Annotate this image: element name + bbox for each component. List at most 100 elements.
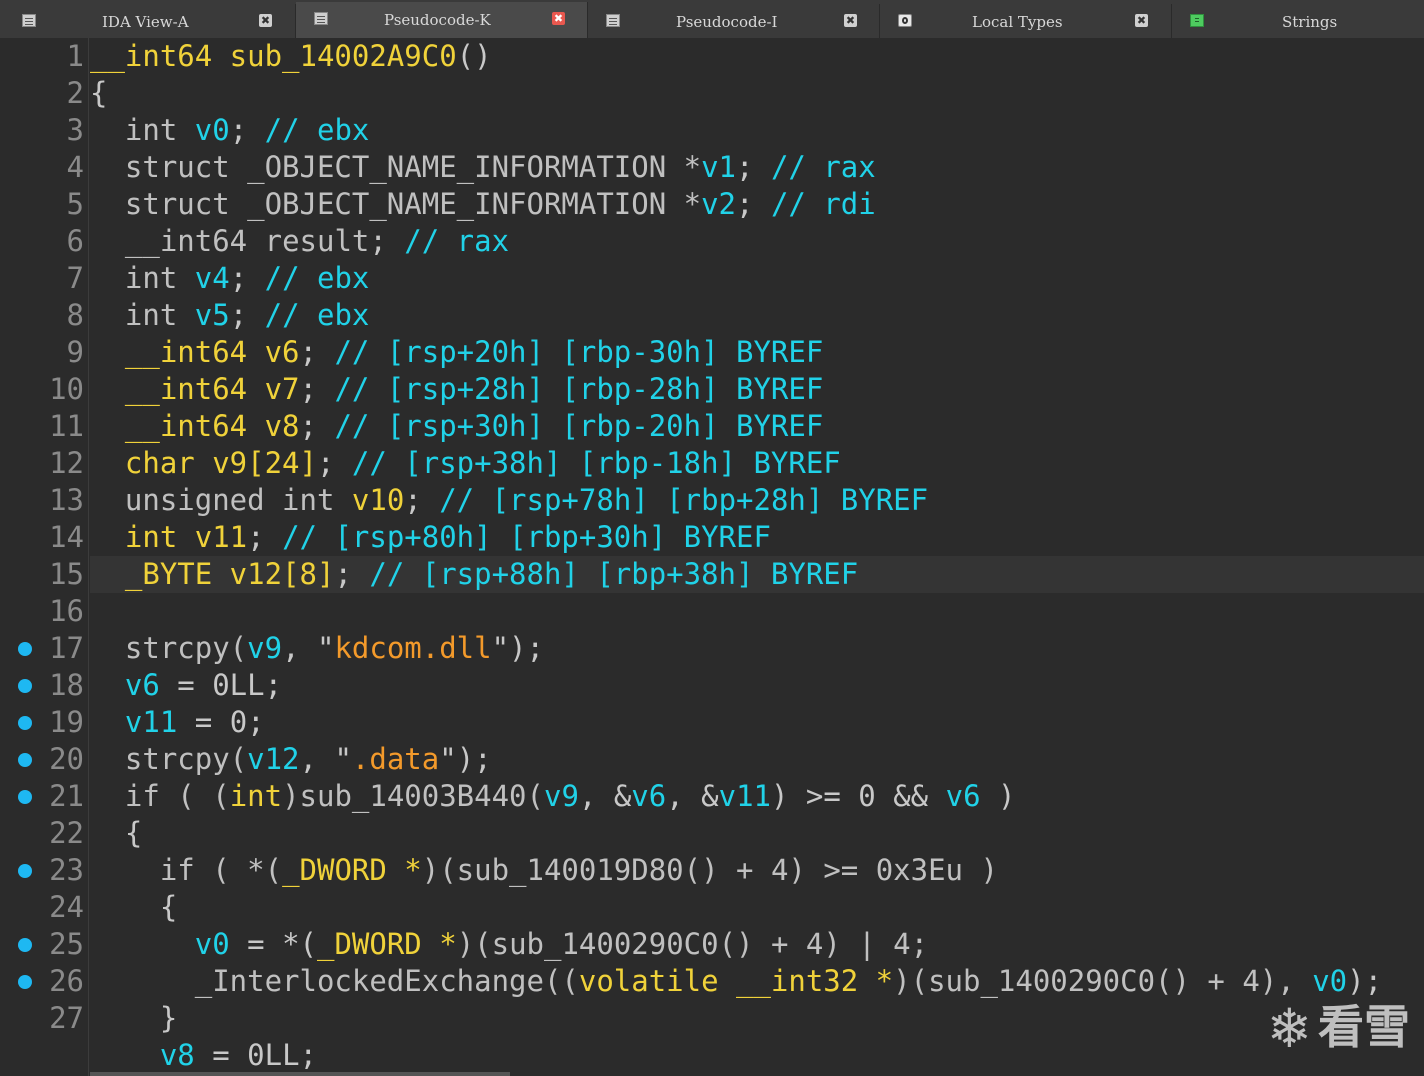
code-token: char v9[24]: [90, 446, 317, 480]
code-text[interactable]: if ( (int)sub_14003B440(v9, &v6, &v11) >…: [90, 778, 1016, 815]
tab-strings[interactable]: Strings: [1172, 4, 1424, 38]
code-token: int: [90, 261, 195, 295]
code-token: if ( *(: [90, 853, 283, 887]
code-text[interactable]: __int64 v6; // [rsp+20h] [rbp-30h] BYREF: [90, 334, 823, 371]
code-text[interactable]: struct _OBJECT_NAME_INFORMATION *v2; // …: [90, 186, 876, 223]
code-line[interactable]: 26 _InterlockedExchange((volatile __int3…: [0, 963, 1424, 1000]
line-number: 6: [66, 224, 84, 258]
code-token: ;: [229, 298, 265, 332]
code-token: int: [229, 779, 283, 813]
close-icon[interactable]: ✖: [844, 14, 857, 27]
code-token: ) >= 0 &&: [771, 779, 946, 813]
code-text[interactable]: __int64 v7; // [rsp+28h] [rbp-28h] BYREF: [90, 371, 823, 408]
code-token: ");: [439, 742, 492, 776]
tab-ida-view-a[interactable]: IDA View-A ✖: [4, 4, 296, 38]
code-line[interactable]: 23 if ( *(_DWORD *)(sub_140019D80() + 4)…: [0, 852, 1424, 889]
code-line[interactable]: 19 v11 = 0;: [0, 704, 1424, 741]
code-text[interactable]: _BYTE v12[8]; // [rsp+88h] [rbp+38h] BYR…: [90, 556, 858, 593]
line-number: 21: [49, 779, 84, 813]
code-line[interactable]: 20 strcpy(v12, ".data");: [0, 741, 1424, 778]
code-token: int: [90, 113, 195, 147]
code-text[interactable]: v8 = 0LL;: [90, 1037, 317, 1074]
code-text[interactable]: {: [90, 75, 107, 112]
code-line[interactable]: 21 if ( (int)sub_14003B440(v9, &v6, &v11…: [0, 778, 1424, 815]
code-line[interactable]: 17 strcpy(v9, "kdcom.dll");: [0, 630, 1424, 667]
code-text[interactable]: _InterlockedExchange((volatile __int32 *…: [90, 963, 1382, 1000]
code-line[interactable]: 10 __int64 v7; // [rsp+28h] [rbp-28h] BY…: [0, 371, 1424, 408]
code-token: _BYTE v12[8]: [90, 557, 335, 591]
line-number: 16: [49, 594, 84, 628]
code-text[interactable]: int v0; // ebx: [90, 112, 369, 149]
tab-pseudocode-i[interactable]: Pseudocode-I ✖: [588, 4, 880, 38]
code-line[interactable]: 9 __int64 v6; // [rsp+20h] [rbp-30h] BYR…: [0, 334, 1424, 371]
code-token: ;: [404, 483, 440, 517]
code-line[interactable]: 2{: [0, 75, 1424, 112]
code-text[interactable]: strcpy(v12, ".data");: [90, 741, 492, 778]
tab-pseudocode-k[interactable]: Pseudocode-K ✖: [296, 2, 588, 38]
code-token: , &: [578, 779, 632, 813]
tab-local-types[interactable]: Local Types ✖: [880, 4, 1172, 38]
code-line[interactable]: 12 char v9[24]; // [rsp+38h] [rbp-18h] B…: [0, 445, 1424, 482]
code-line[interactable]: 4 struct _OBJECT_NAME_INFORMATION *v1; /…: [0, 149, 1424, 186]
code-line[interactable]: 24 {: [0, 889, 1424, 926]
code-line[interactable]: v8 = 0LL;: [0, 1037, 1424, 1074]
code-text[interactable]: int v5; // ebx: [90, 297, 369, 334]
code-line[interactable]: 25 v0 = *(_DWORD *)(sub_1400290C0() + 4)…: [0, 926, 1424, 963]
close-icon[interactable]: ✖: [259, 14, 272, 27]
code-token: v0: [194, 113, 230, 147]
line-number: 22: [49, 816, 84, 850]
line-number: 11: [49, 409, 84, 443]
pseudocode-editor[interactable]: 1 __int64 sub_14002A9C0() 2{3 int v0; // e…: [0, 38, 1424, 1076]
close-icon[interactable]: ✖: [552, 12, 565, 25]
line-number: 26: [49, 964, 84, 998]
code-text[interactable]: {: [90, 815, 142, 852]
tab-label: Strings: [1282, 13, 1338, 31]
code-token: }: [90, 1001, 178, 1035]
code-token: ;: [369, 224, 405, 258]
code-line[interactable]: 6 __int64 result; // rax: [0, 223, 1424, 260]
code-line[interactable]: 11 __int64 v8; // [rsp+30h] [rbp-20h] BY…: [0, 408, 1424, 445]
code-line[interactable]: 13 unsigned int v10; // [rsp+78h] [rbp+2…: [0, 482, 1424, 519]
code-line[interactable]: 27 }: [0, 1000, 1424, 1037]
line-number: 1: [66, 39, 84, 73]
code-text[interactable]: char v9[24]; // [rsp+38h] [rbp-18h] BYRE…: [90, 445, 841, 482]
code-token: ;: [736, 150, 771, 184]
code-token: // rax: [404, 224, 510, 258]
code-text[interactable]: v0 = *(_DWORD *)(sub_1400290C0() + 4) | …: [90, 926, 928, 963]
code-token: , ": [282, 631, 335, 665]
code-line[interactable]: 7 int v4; // ebx: [0, 260, 1424, 297]
code-token: v1: [701, 150, 737, 184]
code-text[interactable]: __int64 v8; // [rsp+30h] [rbp-20h] BYREF: [90, 408, 823, 445]
code-token: ;: [247, 520, 283, 554]
code-text[interactable]: strcpy(v9, "kdcom.dll");: [90, 630, 544, 667]
line-number: 14: [49, 520, 84, 554]
code-line[interactable]: 5 struct _OBJECT_NAME_INFORMATION *v2; /…: [0, 186, 1424, 223]
code-line[interactable]: 16: [0, 593, 1424, 630]
code-text[interactable]: int v11; // [rsp+80h] [rbp+30h] BYREF: [90, 519, 771, 556]
code-text[interactable]: int v4; // ebx: [90, 260, 369, 297]
code-line[interactable]: 15 _BYTE v12[8]; // [rsp+88h] [rbp+38h] …: [0, 556, 1424, 593]
horizontal-scrollbar[interactable]: [90, 1072, 510, 1076]
code-text[interactable]: __int64 sub_14002A9C0(): [90, 38, 492, 75]
close-icon[interactable]: ✖: [1135, 14, 1148, 27]
code-text[interactable]: v11 = 0;: [90, 704, 265, 741]
code-text[interactable]: struct _OBJECT_NAME_INFORMATION *v1; // …: [90, 149, 876, 186]
code-token: // [rsp+30h] [rbp-20h] BYREF: [334, 409, 824, 443]
code-line[interactable]: 8 int v5; // ebx: [0, 297, 1424, 334]
code-text[interactable]: __int64 result; // rax: [90, 223, 509, 260]
code-text[interactable]: v6 = 0LL;: [90, 667, 282, 704]
code-token: = *(: [229, 927, 317, 961]
ida-window: IDA View-A ✖ Pseudocode-K ✖ Pseudocode-I…: [0, 0, 1424, 1076]
code-text[interactable]: unsigned int v10; // [rsp+78h] [rbp+28h]…: [90, 482, 928, 519]
line-number: 15: [49, 557, 84, 591]
code-line[interactable]: 22 {: [0, 815, 1424, 852]
tab-label: IDA View-A: [102, 13, 189, 31]
code-line[interactable]: 3 int v0; // ebx: [0, 112, 1424, 149]
code-text[interactable]: {: [90, 889, 177, 926]
code-text[interactable]: }: [90, 1000, 177, 1037]
code-line[interactable]: 18 v6 = 0LL;: [0, 667, 1424, 704]
code-line[interactable]: 14 int v11; // [rsp+80h] [rbp+30h] BYREF: [0, 519, 1424, 556]
code-token: // rdi: [770, 187, 876, 221]
code-text[interactable]: if ( *(_DWORD *)(sub_140019D80() + 4) >=…: [90, 852, 998, 889]
code-line[interactable]: 1 __int64 sub_14002A9C0(): [0, 38, 1424, 75]
